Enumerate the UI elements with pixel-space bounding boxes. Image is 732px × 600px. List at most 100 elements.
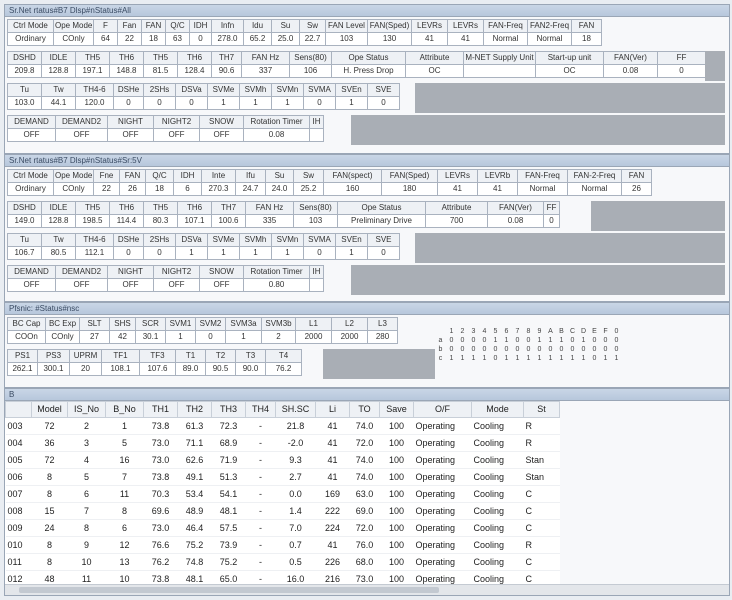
table-cell: 0.5 <box>275 553 316 571</box>
table-row[interactable]: 005 72 4 16 73.0 62.6 71.9-9.3 41 74.0 100 Operati… <box>5 451 560 469</box>
grid-value-cell: 278.0 <box>211 32 244 46</box>
table-cell: R <box>523 434 560 452</box>
table-row[interactable]: 008 15 7 8 69.6 48.9 48.1-1.4 222 69.0 100 Operati… <box>5 502 560 520</box>
grid-header-cell: DSHe <box>113 83 144 97</box>
column-header[interactable]: St <box>523 401 560 418</box>
column-header[interactable]: Model <box>31 401 68 418</box>
grid-value-cell: 22 <box>117 32 142 46</box>
bit-header-cell: 5 <box>493 328 498 335</box>
table-row[interactable]: 004 36 3 5 73.0 71.1 68.9- -2.0 41 72.0 100 Operati… <box>5 434 560 452</box>
table-cell: 169 <box>315 485 350 503</box>
column-header[interactable]: TH4 <box>245 401 276 418</box>
panel-indoor-units: B Model IS_No B_No TH1 TH2 TH3 TH4 SH.SC Li TO Sav… <box>4 388 730 596</box>
column-header[interactable]: TH1 <box>143 401 178 418</box>
bit-cell: 1 <box>548 337 553 344</box>
table-cell: 007 <box>5 485 32 503</box>
table-cell: 12 <box>105 536 144 554</box>
bit-cell: 1 <box>504 355 509 362</box>
bit-cell: 0 <box>482 337 487 344</box>
bit-cell: 0 <box>482 346 487 353</box>
table-cell: 3 <box>67 434 106 452</box>
table-row[interactable]: 011 8 10 13 76.2 74.8 75.2-0.5 226 68.0 100 Operat… <box>5 553 560 571</box>
grid-header-cell: Fne <box>93 169 120 183</box>
table-cell: 74.0 <box>349 468 380 486</box>
grid-header-cell: Attribute <box>405 51 464 65</box>
bit-cell: 1 <box>548 355 553 362</box>
column-header[interactable]: TO <box>349 401 380 418</box>
table-cell: 73.0 <box>143 434 178 452</box>
table-row[interactable]: 007 8 6 11 70.3 53.4 54.1-0.0 169 63.0 100 Operati… <box>5 485 560 503</box>
table-cell: 46.4 <box>177 519 212 537</box>
grid-header-cell: TH5 <box>143 201 178 215</box>
table-cell: 2.7 <box>275 468 316 486</box>
grid-value-cell: OFF <box>199 278 244 292</box>
bit-status-grid: 123456789ABCDEF0a0000110011101000b000000… <box>435 327 622 363</box>
table-cell: 69.6 <box>143 502 178 520</box>
table-row[interactable]: 006 8 5 7 73.8 49.1 51.3-2.7 41 74.0 100 Operating… <box>5 468 560 486</box>
table-cell: 72.0 <box>349 519 380 537</box>
grid-header-cell: NIGHT2 <box>153 265 200 279</box>
column-header[interactable] <box>5 401 32 418</box>
table-row[interactable]: 009 24 8 6 73.0 46.4 57.5-7.0 224 72.0 100 Operati… <box>5 519 560 537</box>
grid-header-cell: DSVa <box>175 233 208 247</box>
column-header[interactable]: IS_No <box>67 401 106 418</box>
table-cell: 71.9 <box>211 451 246 469</box>
grid-value-cell: 18 <box>141 32 166 46</box>
table-cell: 010 <box>5 536 32 554</box>
grid-header-cell: SVE <box>367 83 400 97</box>
grid-value-cell: 0 <box>543 214 560 228</box>
grid-value-cell: 41 <box>411 32 448 46</box>
bit-cell: 0 <box>449 337 454 344</box>
grid-header-cell: TH4-6 <box>75 83 114 97</box>
grid-value-cell: 1 <box>165 330 196 344</box>
bit-header-cell: A <box>548 328 553 335</box>
table-cell: - <box>245 434 276 452</box>
empty-area <box>415 83 725 113</box>
column-header[interactable]: Li <box>315 401 350 418</box>
table-row[interactable]: 010 8 9 12 76.6 75.2 73.9-0.7 41 76.0 100 Operatin… <box>5 536 560 554</box>
grid-value-cell: 198.5 <box>75 214 110 228</box>
grid-value-cell: 0.80 <box>243 278 310 292</box>
bit-cell: 1 <box>570 355 575 362</box>
grid-header-cell: PS3 <box>37 349 70 363</box>
grid-value-cell: 148.8 <box>109 64 144 78</box>
empty-area <box>591 201 725 231</box>
grid-header-cell: FAN <box>621 169 652 183</box>
grid-header-cell: TH5 <box>143 51 178 65</box>
grid-header-cell: LEVRs <box>437 169 478 183</box>
horizontal-scrollbar[interactable] <box>5 584 729 595</box>
grid-value-cell: H. Press Drop <box>331 64 406 78</box>
column-header[interactable]: SH.SC <box>275 401 316 418</box>
table-cell: 48.1 <box>211 502 246 520</box>
grid-header-cell: DSHD <box>7 51 42 65</box>
scrollbar-thumb[interactable] <box>19 587 439 593</box>
grid-header-cell: SVMA <box>303 83 336 97</box>
table-row[interactable]: 003 72 2 1 73.8 61.3 72.3-21.8 41 74.0 100 Operati… <box>5 417 560 435</box>
grid-value-cell: 160 <box>323 182 382 196</box>
grid-value-cell: 80.3 <box>143 214 178 228</box>
table-cell: 76.2 <box>143 553 178 571</box>
bit-header-cell: 6 <box>504 328 509 335</box>
table-cell: 62.6 <box>177 451 212 469</box>
grid-value-cell: OFF <box>7 128 56 142</box>
column-header[interactable]: B_No <box>105 401 144 418</box>
grid-header-cell: FAN Level <box>325 19 368 33</box>
column-header[interactable]: TH2 <box>177 401 212 418</box>
column-header[interactable]: O/F <box>413 401 472 418</box>
grid-header-cell: TH6 <box>109 51 144 65</box>
table-cell: 75.2 <box>211 553 246 571</box>
grid-value-cell: Preliminary Drive <box>337 214 426 228</box>
bit-cell: 0 <box>449 346 454 353</box>
table-cell: 011 <box>5 553 32 571</box>
column-header[interactable]: Save <box>379 401 414 418</box>
bit-header-cell: B <box>559 328 564 335</box>
grid-header-cell: FAN(Ver) <box>487 201 544 215</box>
grid-header-cell: NIGHT2 <box>153 115 200 129</box>
bit-corner <box>435 327 446 336</box>
column-header[interactable]: TH3 <box>211 401 246 418</box>
table-cell: 100 <box>379 417 414 435</box>
grid-value-cell: OFF <box>153 278 200 292</box>
column-header[interactable]: Mode <box>471 401 524 418</box>
bit-cell: 0 <box>570 346 575 353</box>
bit-cell: 1 <box>515 355 520 362</box>
